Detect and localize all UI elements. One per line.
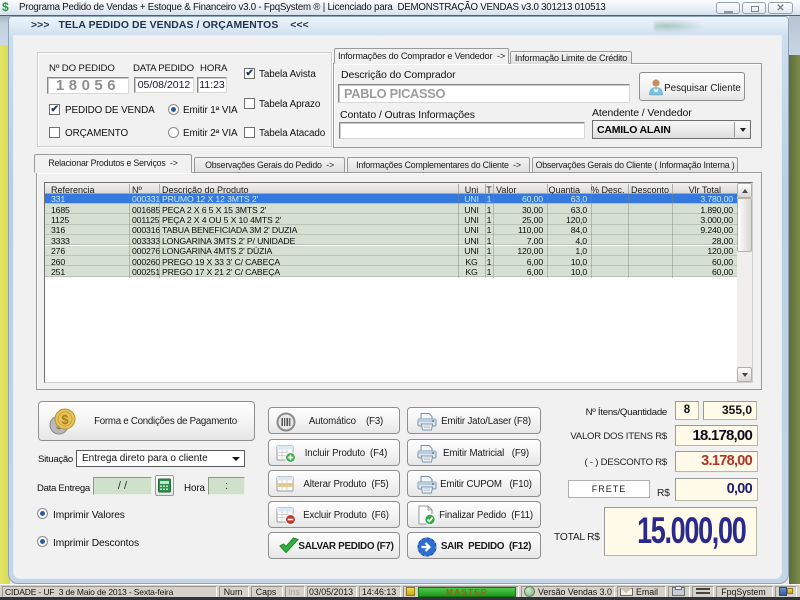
svg-text:$: $ <box>61 412 69 427</box>
